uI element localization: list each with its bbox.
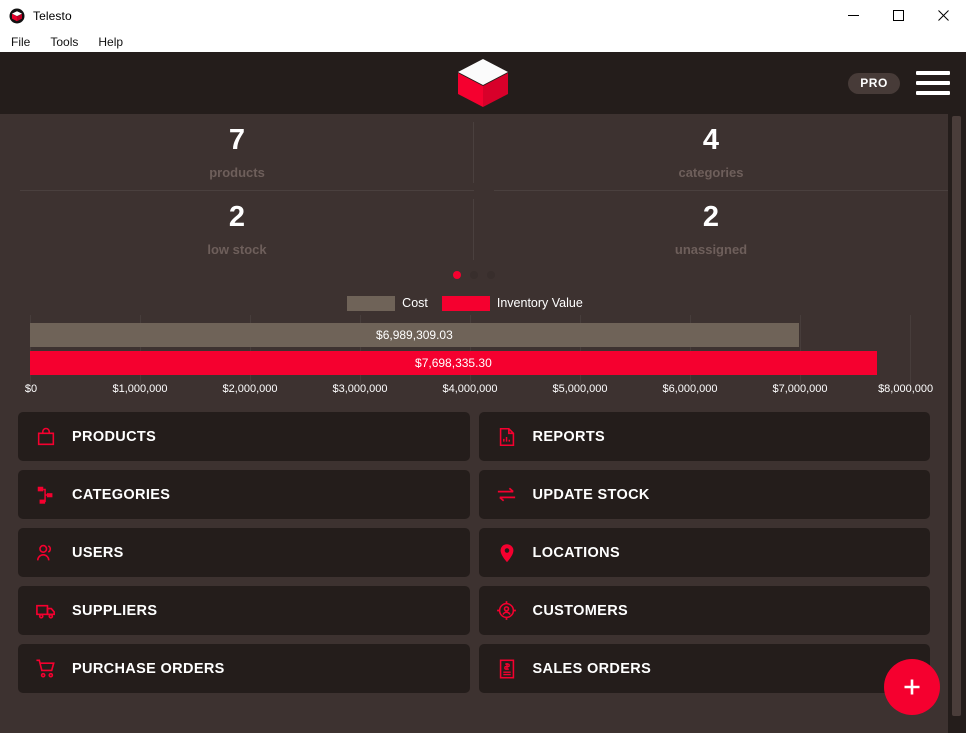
stat-value: 7	[228, 124, 246, 156]
legend-label: Cost	[402, 296, 428, 310]
tile-customers[interactable]: CUSTOMERS	[478, 586, 930, 635]
invoice-dollar-icon	[495, 657, 519, 681]
menu-item-help[interactable]: Help	[95, 34, 126, 50]
menu-bar: File Tools Help	[0, 31, 966, 52]
axis-tick-label: $8,000,000	[878, 383, 934, 395]
users-icon	[34, 541, 58, 565]
stat-label: unassigned	[674, 242, 748, 257]
dashboard-content: 7 products 4 categories 2 low stock 2 un…	[0, 114, 948, 733]
axis-tick-label: $2,000,000	[222, 383, 278, 395]
cube-icon	[9, 8, 25, 24]
tile-users[interactable]: USERS	[18, 528, 470, 577]
chart-legend: Cost Inventory Value	[0, 289, 930, 317]
app-header: PRO	[0, 52, 966, 114]
window-controls	[831, 0, 966, 31]
title-bar-left: Telesto	[0, 8, 72, 24]
tile-label: SALES ORDERS	[532, 660, 652, 677]
main-body: 7 products 4 categories 2 low stock 2 un…	[0, 114, 966, 733]
scrollbar-thumb[interactable]	[952, 116, 961, 716]
legend-swatch	[347, 295, 396, 311]
axis-tick-label: $6,000,000	[662, 383, 718, 395]
tile-label: UPDATE STOCK	[532, 486, 650, 503]
tile-reports[interactable]: REPORTS	[478, 412, 930, 461]
plus-icon	[904, 679, 920, 695]
axis-tick-label: $0	[24, 383, 38, 395]
tile-suppliers[interactable]: SUPPLIERS	[18, 586, 470, 635]
tile-label: USERS	[72, 544, 124, 561]
stat-label: low stock	[207, 242, 267, 257]
tile-label: REPORTS	[532, 428, 606, 445]
axis-tick-label: $7,000,000	[772, 383, 828, 395]
bar-cost[interactable]: $6,989,309.03	[30, 323, 799, 347]
chart-bar-row-inventory-value: $7,698,335.30	[30, 351, 910, 375]
stat-label: products	[209, 165, 265, 180]
chart-plot-area: $6,989,309.03 $7,698,335.30	[30, 315, 911, 385]
legend-entry-cost[interactable]: Cost	[347, 295, 428, 311]
tile-purchase-orders[interactable]: PURCHASE ORDERS	[18, 644, 470, 693]
tile-label: LOCATIONS	[532, 544, 620, 561]
map-pin-icon	[495, 541, 519, 565]
add-button-fab[interactable]	[884, 659, 940, 715]
tile-categories[interactable]: CATEGORIES	[18, 470, 470, 519]
application-window: Telesto File Tools Help PRO 7 products 4…	[0, 0, 966, 733]
pro-badge[interactable]: PRO	[848, 72, 900, 94]
shopping-cart-icon	[34, 657, 58, 681]
stat-value: 4	[702, 124, 720, 156]
pager-dot-1[interactable]	[453, 271, 461, 279]
legend-entry-inventory-value[interactable]: Inventory Value	[441, 295, 583, 311]
vertical-scrollbar[interactable]	[948, 114, 966, 733]
tile-label: CATEGORIES	[72, 486, 171, 503]
chart-bar-row-cost: $6,989,309.03	[30, 323, 910, 347]
stat-value: 2	[228, 201, 246, 233]
tile-locations[interactable]: LOCATIONS	[478, 528, 930, 577]
tile-label: PRODUCTS	[72, 428, 157, 445]
nav-tile-grid: PRODUCTS REPORTS CATEGORIES UPDATE STOCK…	[0, 403, 948, 705]
axis-tick-label: $3,000,000	[332, 383, 388, 395]
truck-icon	[34, 599, 58, 623]
cube-logo-icon	[455, 57, 511, 109]
legend-swatch	[441, 295, 490, 311]
report-document-icon	[495, 425, 519, 449]
menu-item-file[interactable]: File	[8, 34, 33, 50]
window-title: Telesto	[33, 8, 72, 23]
minimize-button[interactable]	[831, 0, 876, 31]
chart-x-axis: $0 $1,000,000 $2,000,000 $3,000,000 $4,000,0…	[25, 379, 933, 403]
stat-card-categories[interactable]: 4 categories	[474, 114, 948, 191]
pager-dot-2[interactable]	[470, 271, 478, 279]
stat-label: categories	[678, 165, 744, 180]
carousel-pager	[0, 268, 948, 279]
exchange-arrows-icon	[495, 483, 519, 507]
bar-value-label: $6,989,309.03	[376, 328, 453, 342]
bar-value-label: $7,698,335.30	[415, 356, 492, 370]
stat-card-products[interactable]: 7 products	[0, 114, 474, 191]
axis-tick-label: $5,000,000	[552, 383, 608, 395]
category-tree-icon	[34, 483, 58, 507]
stat-value: 2	[702, 201, 720, 233]
tile-label: SUPPLIERS	[72, 602, 158, 619]
tile-label: PURCHASE ORDERS	[72, 660, 225, 677]
legend-label: Inventory Value	[496, 296, 583, 310]
axis-tick-label: $4,000,000	[442, 383, 498, 395]
maximize-button[interactable]	[876, 0, 921, 31]
stats-grid: 7 products 4 categories 2 low stock 2 un…	[0, 114, 948, 268]
tile-sales-orders[interactable]: SALES ORDERS	[478, 644, 930, 693]
gridline	[910, 315, 911, 385]
title-bar: Telesto	[0, 0, 966, 31]
tile-update-stock[interactable]: UPDATE STOCK	[478, 470, 930, 519]
menu-item-tools[interactable]: Tools	[47, 34, 81, 50]
tile-products[interactable]: PRODUCTS	[18, 412, 470, 461]
customer-target-icon	[495, 599, 519, 623]
bar-inventory-value[interactable]: $7,698,335.30	[30, 351, 877, 375]
pager-dot-3[interactable]	[487, 271, 495, 279]
axis-tick-label: $1,000,000	[112, 383, 168, 395]
stat-card-unassigned[interactable]: 2 unassigned	[474, 191, 948, 268]
tile-label: CUSTOMERS	[532, 602, 629, 619]
stat-card-low-stock[interactable]: 2 low stock	[0, 191, 474, 268]
header-right-group: PRO	[848, 52, 950, 114]
hamburger-menu-icon[interactable]	[916, 71, 950, 95]
close-button[interactable]	[921, 0, 966, 31]
inventory-value-chart: Cost Inventory Value $6,989,309.03 $7,69…	[0, 289, 948, 403]
stats-carousel: 7 products 4 categories 2 low stock 2 un…	[0, 114, 948, 289]
shopping-bag-icon	[34, 425, 58, 449]
